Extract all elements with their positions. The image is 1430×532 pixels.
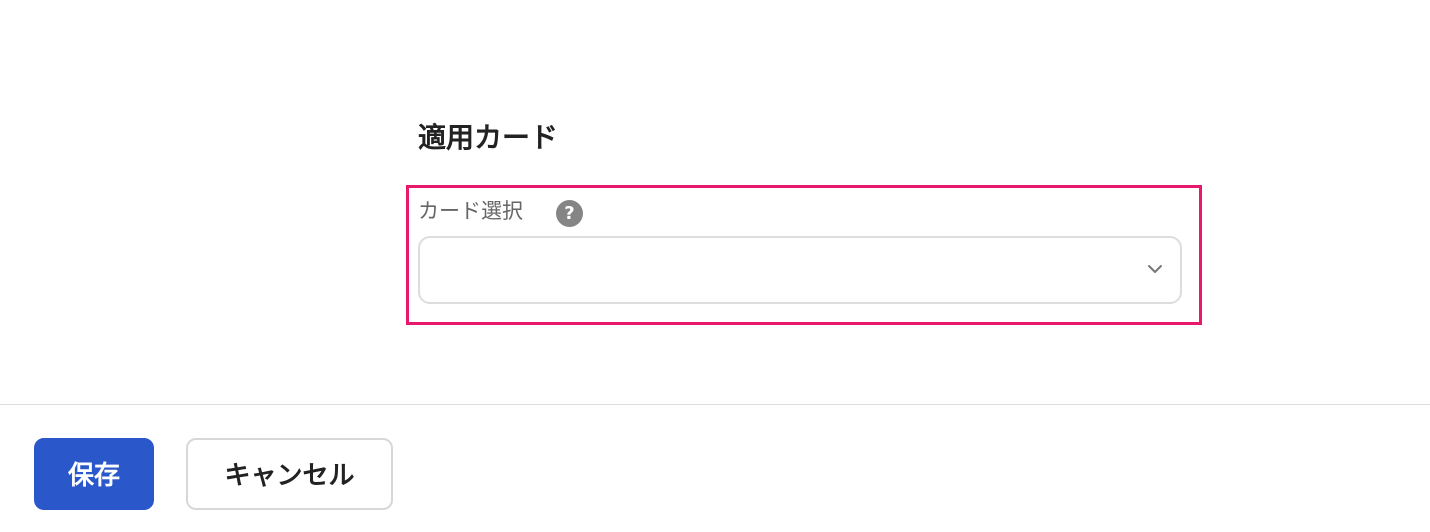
footer-divider <box>0 404 1430 405</box>
chevron-down-icon <box>1148 265 1162 273</box>
card-select-dropdown[interactable] <box>418 236 1182 304</box>
card-select-label: カード選択 <box>418 199 523 223</box>
question-circle-icon[interactable]: ? <box>556 200 583 227</box>
cancel-button[interactable]: キャンセル <box>186 438 393 510</box>
settings-page: 適用カード カード選択 ? 保存 キャンセル <box>0 0 1430 532</box>
section-title: 適用カード <box>418 121 559 154</box>
save-button[interactable]: 保存 <box>34 438 154 510</box>
